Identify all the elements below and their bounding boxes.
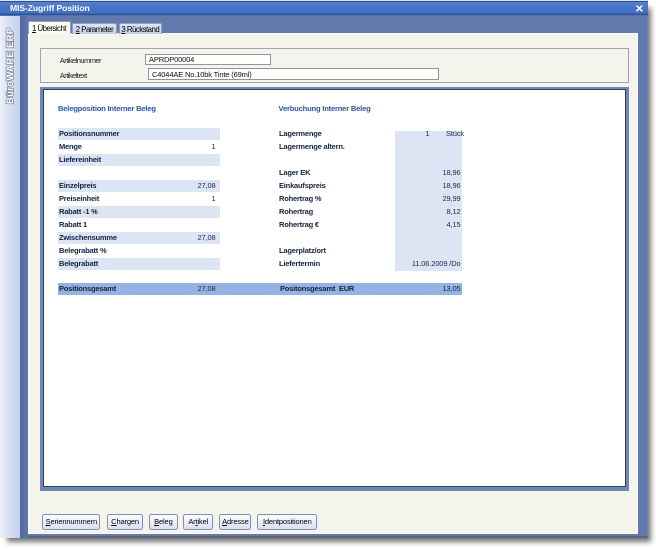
svg-text:BüroWARE ERP: BüroWARE ERP: [5, 27, 16, 104]
